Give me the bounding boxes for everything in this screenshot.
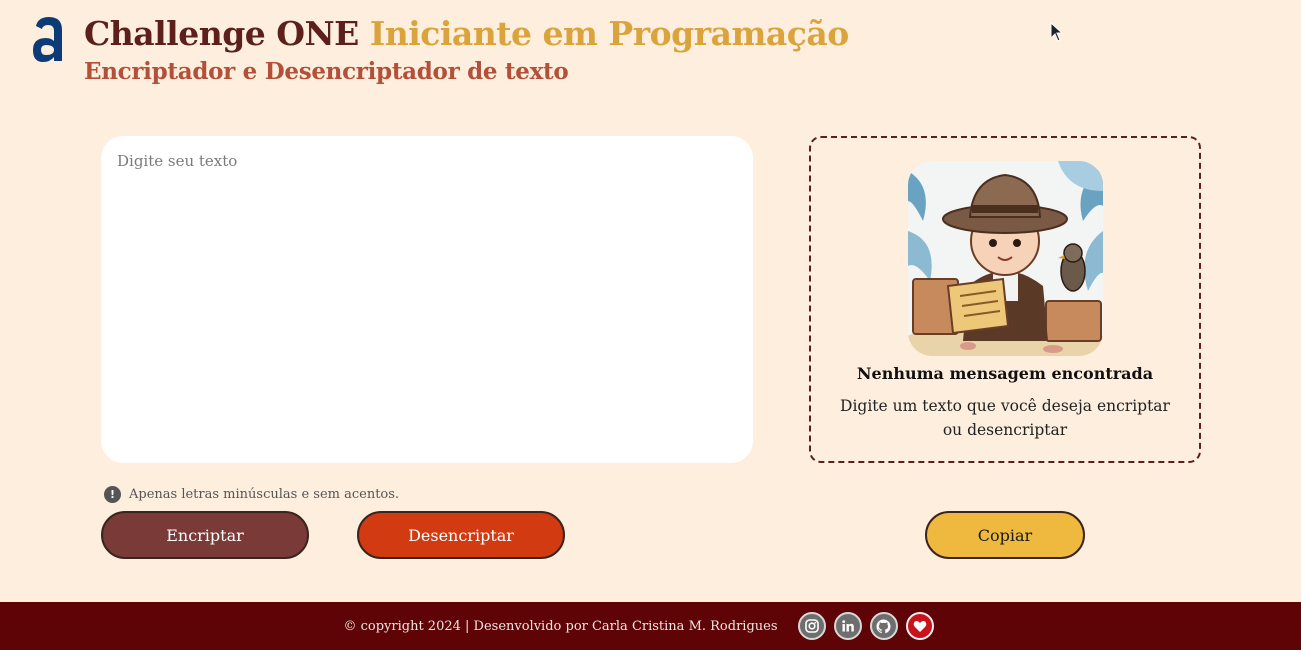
- page-subtitle: Encriptador e Desencriptador de texto: [84, 58, 569, 85]
- encrypt-button[interactable]: Encriptar: [101, 511, 309, 559]
- mouse-cursor-icon: [1050, 22, 1064, 42]
- output-panel: Nenhuma mensagem encontrada Digite um te…: [809, 136, 1201, 463]
- instagram-icon[interactable]: [797, 612, 826, 640]
- footer-copyright: © copyright 2024 | Desenvolvido por Carl…: [343, 618, 778, 634]
- title-challenge: Challenge ONE: [84, 14, 359, 53]
- empty-message-title: Nenhuma mensagem encontrada: [856, 364, 1154, 383]
- copy-button[interactable]: Copiar: [925, 511, 1085, 559]
- exclamation-icon: !: [104, 486, 121, 503]
- empty-message-description: Digite um texto que você deseja encripta…: [840, 397, 1170, 439]
- linkedin-icon[interactable]: [833, 612, 862, 640]
- explorer-illustration: [908, 161, 1103, 356]
- title-level: Iniciante em Programação: [369, 14, 849, 53]
- hint-text: Apenas letras minúsculas e sem acentos.: [129, 487, 400, 502]
- text-input[interactable]: [101, 136, 753, 463]
- footer: © copyright 2024 | Desenvolvido por Carl…: [0, 602, 1301, 650]
- heart-icon[interactable]: [905, 612, 934, 640]
- alura-logo-icon: [33, 17, 62, 62]
- page-title: Challenge ONE Iniciante em Programação: [84, 14, 849, 53]
- github-icon[interactable]: [869, 612, 898, 640]
- decrypt-button[interactable]: Desencriptar: [357, 511, 565, 559]
- input-hint: ! Apenas letras minúsculas e sem acentos…: [104, 486, 399, 503]
